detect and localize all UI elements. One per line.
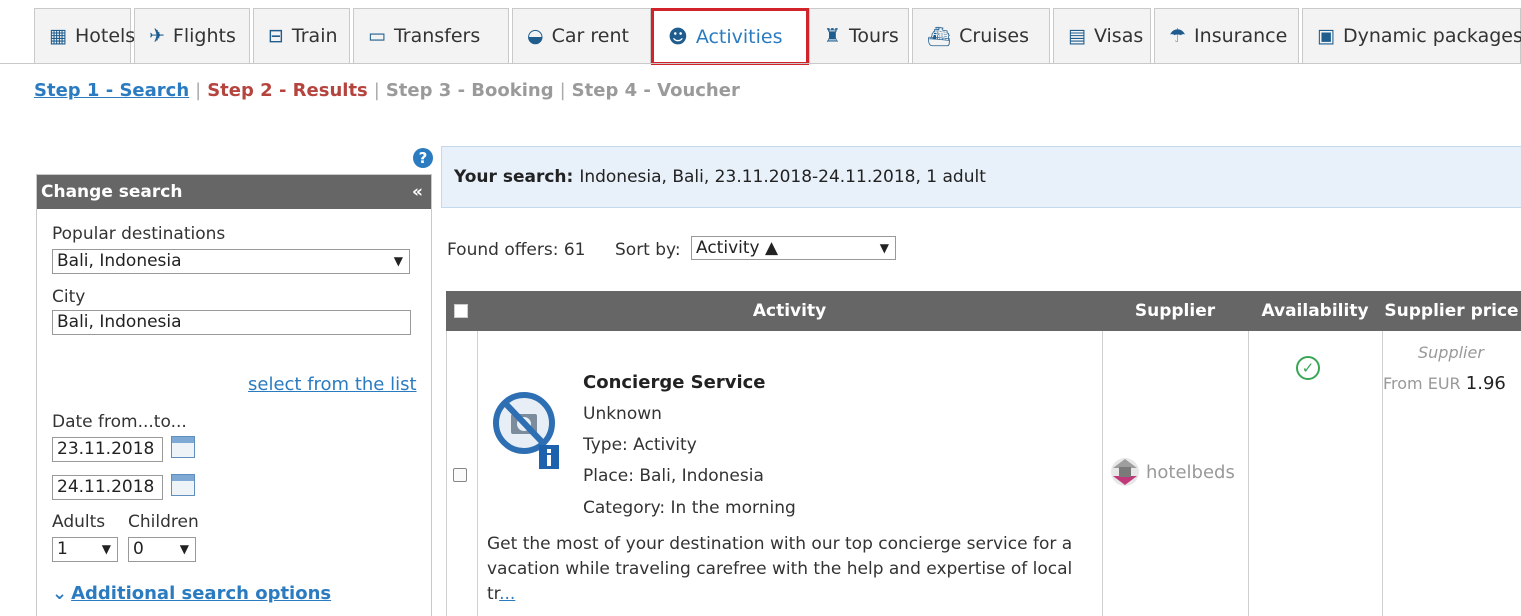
price-from: From EUR 1.96 — [1383, 373, 1506, 394]
change-search-title: Change search — [41, 182, 183, 202]
car-icon: ◒ — [527, 25, 544, 47]
train-icon: ⊟ — [268, 25, 284, 47]
found-offers: Found offers: 61 — [447, 240, 586, 260]
dropdown-arrow-icon: ▼ — [879, 241, 889, 255]
plane-icon: ✈ — [149, 25, 165, 47]
adults-label: Adults — [52, 512, 106, 532]
available-check-icon: ✓ — [1296, 356, 1320, 380]
bus-icon: ▭ — [368, 25, 386, 47]
tab-flights[interactable]: ✈ Flights — [134, 8, 250, 63]
activity-description: Get the most of your destination with ou… — [487, 534, 1073, 604]
product-tabs: ▦ Hotels ✈ Flights ⊟ Train ▭ Transfers ◒ Car … — [0, 0, 1521, 70]
step-4: Step 4 - Voucher — [571, 80, 740, 101]
no-photo-icon — [493, 392, 559, 469]
row-select-checkbox[interactable] — [453, 468, 467, 482]
ship-icon: ⛴ — [927, 25, 952, 48]
collapse-icon[interactable]: « — [412, 182, 423, 202]
tour-icon: ♜ — [824, 25, 842, 47]
booking-steps: Step 1 - Search | Step 2 - Results | Step 3 … — [34, 80, 740, 101]
tab-train[interactable]: ⊟ Train — [253, 8, 350, 63]
step-2-current: Step 2 - Results — [207, 80, 368, 101]
tab-visas[interactable]: ▤ Visas — [1053, 8, 1151, 63]
activity-category: Category: In the morning — [583, 498, 796, 518]
column-activity[interactable]: Activity — [477, 291, 1102, 331]
table-divider — [1248, 331, 1249, 616]
select-all-checkbox[interactable] — [454, 304, 468, 318]
children-select[interactable]: 0 ▼ — [128, 537, 196, 562]
hotel-icon: ▦ — [49, 25, 67, 47]
date-to-input[interactable]: 24.11.2018 — [52, 475, 163, 500]
dropdown-arrow-icon: ▼ — [101, 542, 111, 556]
popular-destinations-select[interactable]: Bali, Indonesia ▼ — [52, 249, 410, 274]
price-value: 1.96 — [1465, 373, 1506, 394]
results-table-header: Activity Supplier Availability Supplier … — [446, 291, 1521, 331]
supplier-logo: hotelbeds — [1108, 455, 1235, 489]
children-label: Children — [128, 512, 199, 532]
date-from-input[interactable]: 23.11.2018 — [52, 437, 163, 462]
city-input[interactable]: Bali, Indonesia — [52, 310, 411, 335]
sort-by-label: Sort by: — [615, 240, 681, 260]
step-1-link[interactable]: Step 1 - Search — [34, 80, 189, 101]
dropdown-arrow-icon: ▼ — [179, 542, 189, 556]
umbrella-icon: ☂ — [1169, 25, 1187, 47]
tab-car-rent[interactable]: ◒ Car rent — [512, 8, 651, 63]
dropdown-arrow-icon: ▼ — [393, 254, 403, 268]
tab-dynamic-packages[interactable]: ▣ Dynamic packages — [1302, 8, 1521, 63]
read-more-link[interactable]: ... — [499, 584, 515, 604]
activity-place: Place: Bali, Indonesia — [583, 466, 764, 486]
column-supplier[interactable]: Supplier — [1102, 291, 1248, 331]
tab-tours[interactable]: ♜ Tours — [809, 8, 909, 63]
theater-masks-icon: ☻ — [668, 25, 688, 48]
search-summary-label: Your search: — [454, 167, 574, 187]
activity-duration: Unknown — [583, 404, 662, 424]
activity-title[interactable]: Concierge Service — [583, 372, 766, 393]
table-divider — [477, 331, 478, 616]
sort-by-select[interactable]: Activity ▲ ▼ — [691, 236, 896, 260]
change-search-header: Change search « — [37, 175, 431, 209]
tab-transfers[interactable]: ▭ Transfers — [353, 8, 509, 63]
search-summary-value: Indonesia, Bali, 23.11.2018-24.11.2018, … — [579, 167, 986, 187]
calendar-icon[interactable] — [171, 436, 195, 458]
price-supplier-label: Supplier — [1418, 343, 1484, 362]
help-icon[interactable]: ? — [413, 148, 433, 168]
tab-divider — [0, 63, 1521, 64]
table-divider — [446, 331, 447, 616]
package-icon: ▣ — [1317, 25, 1335, 47]
step-3: Step 3 - Booking — [385, 80, 554, 101]
calendar-icon[interactable] — [171, 474, 195, 496]
column-supplier-price[interactable]: Supplier price — [1382, 291, 1521, 331]
tab-insurance[interactable]: ☂ Insurance — [1154, 8, 1299, 63]
additional-search-options-link[interactable]: ⌄ Additional search options — [52, 583, 331, 604]
column-availability[interactable]: Availability — [1248, 291, 1382, 331]
passport-icon: ▤ — [1068, 25, 1086, 47]
chevron-down-icon: ⌄ — [52, 583, 68, 604]
select-from-list-link[interactable]: select from the list — [248, 374, 417, 395]
date-label: Date from...to... — [52, 412, 187, 432]
tab-hotels[interactable]: ▦ Hotels — [34, 8, 135, 63]
city-label: City — [52, 287, 86, 307]
activity-type: Type: Activity — [583, 435, 697, 455]
search-summary: Your search: Indonesia, Bali, 23.11.2018… — [441, 146, 1521, 208]
popular-destinations-label: Popular destinations — [52, 224, 226, 244]
tab-activities[interactable]: ☻ Activities — [651, 8, 809, 65]
table-divider — [1102, 331, 1103, 616]
hotelbeds-logo-icon — [1111, 458, 1139, 486]
tab-cruises[interactable]: ⛴ Cruises — [912, 8, 1050, 63]
adults-select[interactable]: 1 ▼ — [52, 537, 118, 562]
